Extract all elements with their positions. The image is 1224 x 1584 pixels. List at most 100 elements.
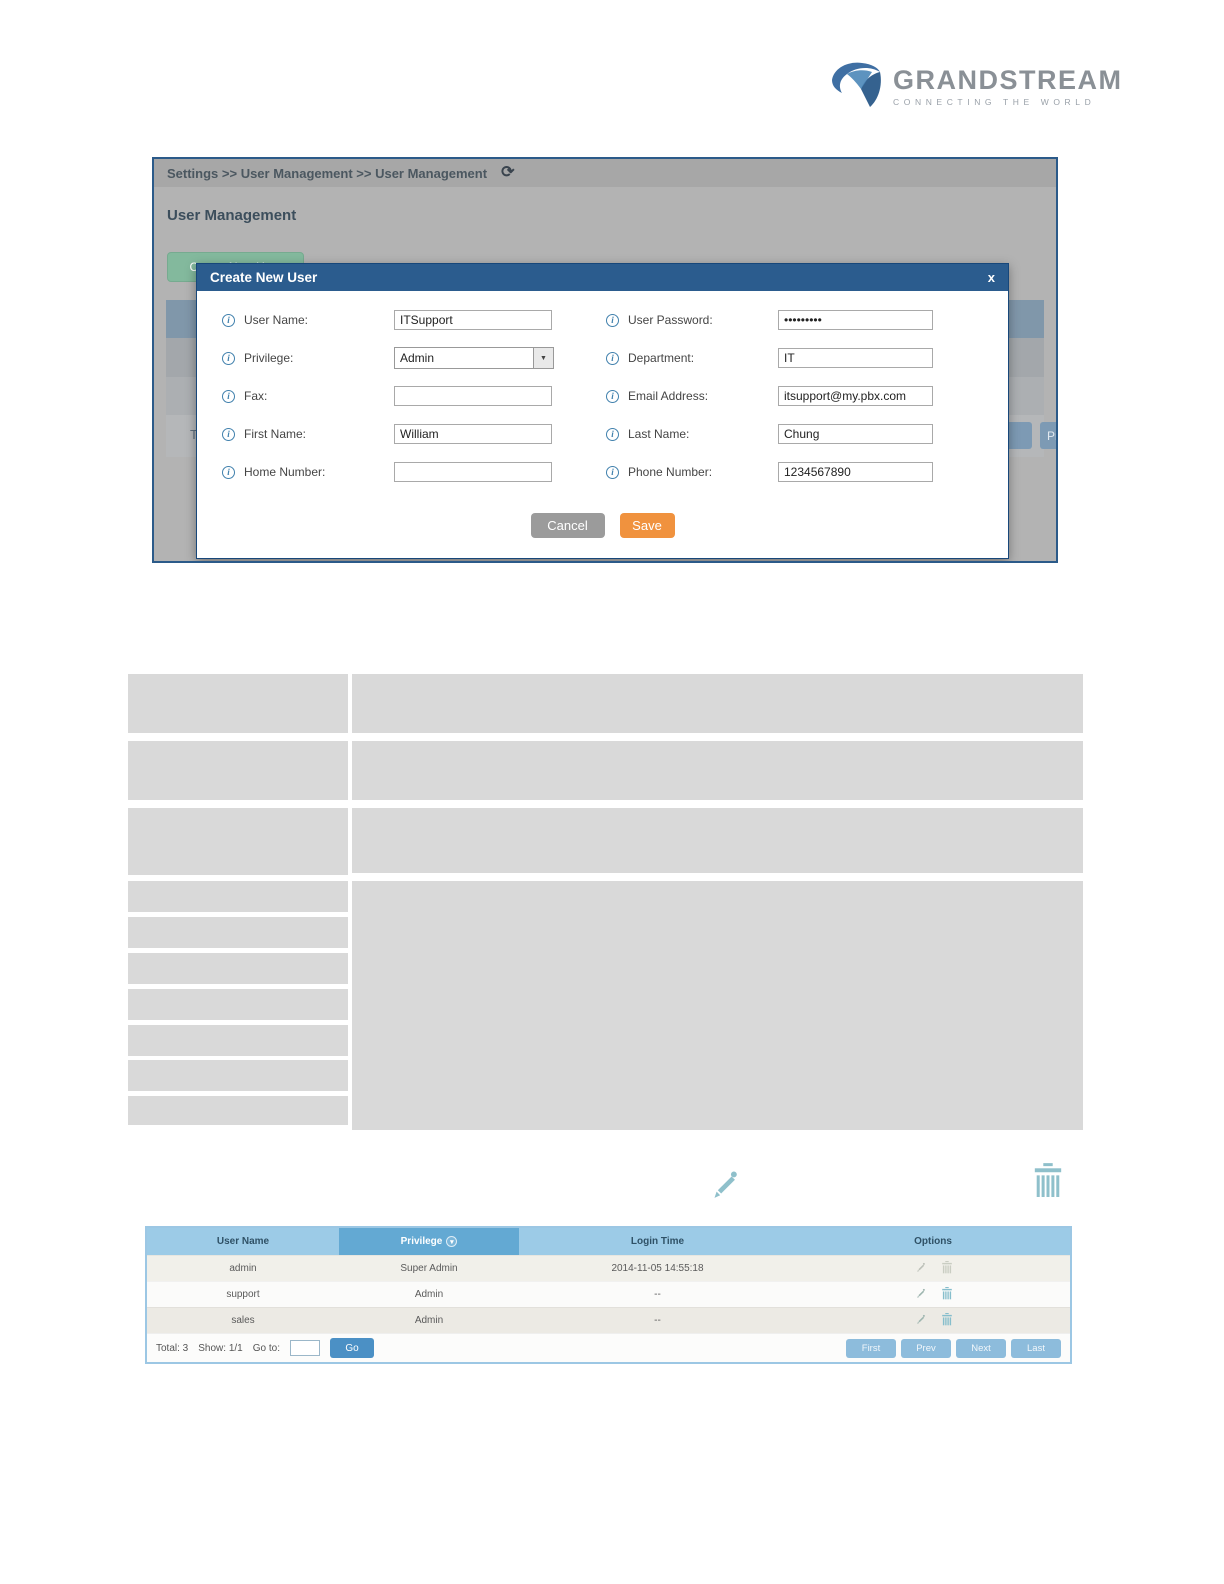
privilege-header-label: Privilege xyxy=(400,1236,443,1247)
go-button[interactable]: Go xyxy=(329,1338,374,1358)
delete-trash-icon xyxy=(1032,1163,1064,1204)
redacted-cell xyxy=(128,953,348,984)
table-footer: Total: 3 Show: 1/1 Go to: Go First Prev … xyxy=(147,1333,1070,1362)
redacted-cell xyxy=(128,917,348,948)
sort-icon[interactable]: ▾ xyxy=(446,1236,458,1247)
redacted-cell xyxy=(128,741,348,800)
document-page: GRANDSTREAM CONNECTING THE WORLD Setting… xyxy=(0,0,1224,1584)
redacted-cell xyxy=(128,808,348,875)
field-label: Department: xyxy=(628,351,695,365)
table-row: admin Super Admin 2014-11-05 14:55:18 xyxy=(147,1255,1070,1281)
close-icon[interactable]: x xyxy=(988,270,995,285)
redacted-cell xyxy=(352,674,1083,733)
field-label: Last Name: xyxy=(628,427,690,441)
fax-field[interactable] xyxy=(394,386,552,406)
first-name-field[interactable] xyxy=(394,424,552,444)
info-icon: i xyxy=(606,313,619,327)
delete-trash-icon[interactable] xyxy=(941,1286,953,1303)
privilege-select[interactable]: Admin ▼ xyxy=(394,347,554,369)
goto-label: Go to: xyxy=(252,1342,280,1354)
edit-pencil-icon xyxy=(705,1166,743,1209)
field-label: User Name: xyxy=(244,313,309,327)
redacted-cell xyxy=(128,674,348,733)
first-page-button[interactable]: First xyxy=(846,1338,896,1358)
options-cell xyxy=(796,1282,1070,1307)
privilege-cell: Admin xyxy=(414,1289,444,1300)
edit-pencil-icon[interactable] xyxy=(914,1287,927,1303)
home-number-field[interactable] xyxy=(394,462,552,482)
redacted-cell xyxy=(128,881,348,912)
user-name-cell: support xyxy=(226,1289,260,1300)
column-header-login-time: Login Time xyxy=(630,1236,685,1247)
breadcrumb-bar: Settings >> User Management >> User Mana… xyxy=(154,159,1056,187)
info-icon: i xyxy=(222,389,235,403)
prev-button-partial[interactable]: Prev xyxy=(1040,422,1056,449)
user-name-cell: admin xyxy=(229,1263,257,1274)
last-name-field[interactable] xyxy=(778,424,933,444)
info-icon: i xyxy=(222,313,235,327)
email-address-field[interactable] xyxy=(778,386,933,406)
info-icon: i xyxy=(222,351,235,365)
field-label: Email Address: xyxy=(628,389,709,403)
column-header-privilege[interactable]: Privilege ▾ xyxy=(339,1228,519,1255)
last-page-button[interactable]: Last xyxy=(1011,1338,1061,1358)
page-indicator: Show: 1/1 xyxy=(198,1342,243,1354)
breadcrumb[interactable]: Settings >> User Management >> User Mana… xyxy=(167,166,487,181)
redacted-cell xyxy=(128,1025,348,1056)
info-icon: i xyxy=(606,427,619,441)
privilege-cell: Admin xyxy=(414,1315,444,1326)
page-title: User Management xyxy=(167,207,297,224)
redacted-cell xyxy=(128,1060,348,1091)
field-label: Home Number: xyxy=(244,465,326,479)
dialog-title: Create New User xyxy=(210,270,318,285)
create-new-user-dialog: Create New User x i User Name: i User Pa… xyxy=(196,263,1009,559)
column-header-user-name: User Name xyxy=(216,1236,270,1247)
column-header-options: Options xyxy=(914,1236,952,1247)
field-label: First Name: xyxy=(244,427,307,441)
grandstream-logo: GRANDSTREAM CONNECTING THE WORLD xyxy=(828,58,1123,113)
total-count: Total: 3 xyxy=(156,1342,189,1354)
dropdown-arrow-icon[interactable]: ▼ xyxy=(533,348,553,368)
privilege-cell: Super Admin xyxy=(400,1263,458,1274)
table-row: sales Admin -- xyxy=(147,1307,1070,1333)
cancel-button[interactable]: Cancel xyxy=(530,513,605,538)
goto-page-input[interactable] xyxy=(289,1340,320,1356)
phone-number-field[interactable] xyxy=(778,462,933,482)
delete-trash-icon[interactable] xyxy=(941,1312,953,1329)
field-label: Privilege: xyxy=(244,351,294,365)
redacted-cell xyxy=(128,1096,348,1125)
user-password-field[interactable] xyxy=(778,310,933,330)
logo-tagline-text: CONNECTING THE WORLD xyxy=(893,96,1096,107)
logo-brand-text: GRANDSTREAM xyxy=(893,64,1123,95)
info-icon: i xyxy=(606,351,619,365)
dialog-body: i User Name: i User Password: i Privileg… xyxy=(197,291,1008,538)
grandstream-swoosh-icon xyxy=(828,58,884,113)
user-name-cell: sales xyxy=(231,1315,255,1326)
user-name-field[interactable] xyxy=(394,310,552,330)
field-label: User Password: xyxy=(628,313,713,327)
department-field[interactable] xyxy=(778,348,933,368)
user-table-header: User Name Privilege ▾ Login Time Options xyxy=(147,1228,1070,1255)
edit-pencil-icon[interactable] xyxy=(914,1313,927,1329)
info-icon: i xyxy=(222,427,235,441)
save-button[interactable]: Save xyxy=(619,513,675,538)
edit-pencil-icon[interactable] xyxy=(914,1261,927,1277)
prev-page-button[interactable]: Prev xyxy=(901,1338,951,1358)
redacted-cell xyxy=(128,989,348,1020)
delete-trash-icon[interactable] xyxy=(941,1260,953,1277)
user-list-screenshot: User Name Privilege ▾ Login Time Options… xyxy=(145,1226,1072,1364)
settings-screenshot: Settings >> User Management >> User Mana… xyxy=(152,157,1058,563)
info-icon: i xyxy=(606,389,619,403)
field-label: Fax: xyxy=(244,389,268,403)
dialog-titlebar: Create New User x xyxy=(197,264,1008,291)
options-cell xyxy=(796,1256,1070,1281)
options-cell xyxy=(796,1308,1070,1333)
redacted-cell xyxy=(352,881,1083,1130)
refresh-icon[interactable]: ⟳ xyxy=(501,165,514,181)
info-icon: i xyxy=(222,465,235,479)
next-page-button[interactable]: Next xyxy=(956,1338,1006,1358)
login-time-cell: -- xyxy=(654,1289,661,1300)
field-label: Phone Number: xyxy=(628,465,713,479)
redacted-cell xyxy=(352,741,1083,800)
redacted-cell xyxy=(352,808,1083,873)
